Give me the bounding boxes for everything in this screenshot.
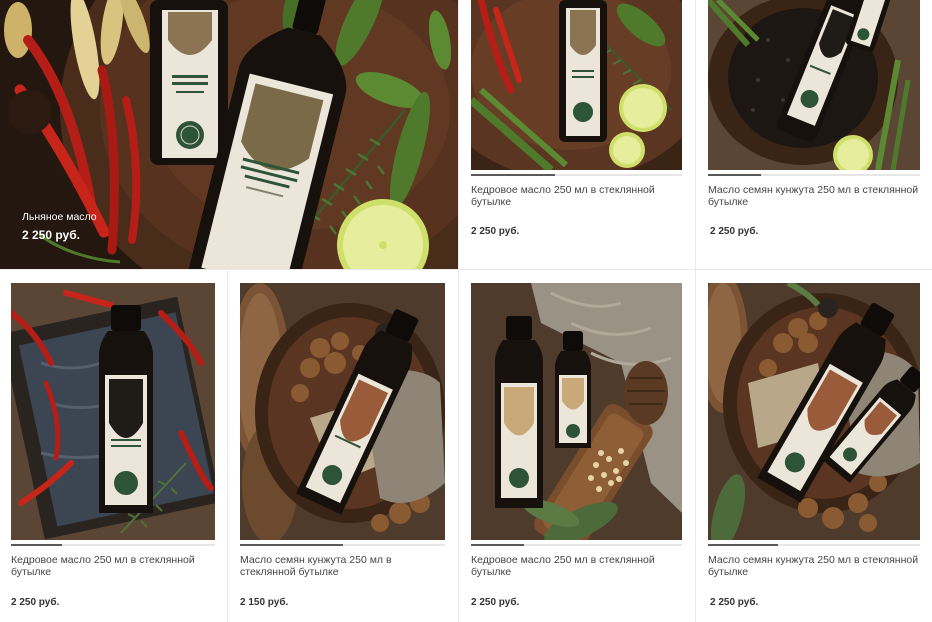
product-progress-fill (708, 544, 778, 546)
product-photo[interactable] (11, 283, 215, 540)
product-progress-bar (11, 544, 215, 546)
product-price: 2 250 руб. (710, 597, 759, 608)
product-price: 2 250 руб. (471, 226, 520, 237)
product-photo[interactable] (471, 0, 682, 170)
product-price: 2 250 руб. (11, 597, 60, 608)
product-progress-bar (471, 544, 682, 546)
product-name[interactable]: Масло семян кунжута 250 мл в стеклянной … (708, 184, 920, 208)
product-name[interactable]: Кедровое масло 250 мл в стеклянной бутыл… (11, 554, 211, 578)
product-progress-fill (471, 174, 556, 176)
product-card[interactable]: Масло семян кунжута 250 мл в стеклянной … (696, 270, 932, 622)
product-progress-bar (708, 174, 920, 176)
product-photo[interactable] (240, 283, 445, 540)
product-card[interactable]: Кедровое масло 250 мл в стеклянной бутыл… (459, 270, 695, 622)
product-progress-fill (471, 544, 524, 546)
product-photo[interactable] (471, 283, 682, 540)
product-progress-fill (240, 544, 343, 546)
product-price: 2 250 руб. (710, 226, 759, 237)
hero-product-price: 2 250 руб. (22, 228, 80, 242)
product-card[interactable]: Кедровое масло 250 мл в стеклянной бутыл… (459, 0, 695, 269)
product-name[interactable]: Кедровое масло 250 мл в стеклянной бутыл… (471, 184, 676, 208)
hero-product-name[interactable]: Льняное масло (22, 211, 97, 223)
product-price: 2 150 руб. (240, 597, 289, 608)
product-progress-fill (11, 544, 62, 546)
product-card[interactable]: Масло семян кунжута 250 мл в стеклянной … (696, 0, 932, 269)
product-progress-bar (471, 174, 682, 176)
product-progress-bar (708, 544, 920, 546)
product-card[interactable]: Масло семян кунжута 250 мл в стеклянной … (228, 270, 458, 622)
product-progress-bar (240, 544, 445, 546)
hero-product-card[interactable]: Льняное масло 2 250 руб. (0, 0, 458, 269)
product-photo[interactable] (708, 283, 920, 540)
product-card[interactable]: Кедровое масло 250 мл в стеклянной бутыл… (0, 270, 227, 622)
product-name[interactable]: Кедровое масло 250 мл в стеклянной бутыл… (471, 554, 676, 578)
product-name[interactable]: Масло семян кунжута 250 мл в стеклянной … (708, 554, 920, 578)
product-photo[interactable] (708, 0, 920, 170)
product-price: 2 250 руб. (471, 597, 520, 608)
product-name[interactable]: Масло семян кунжута 250 мл в стеклянной … (240, 554, 450, 578)
product-progress-fill (708, 174, 761, 176)
